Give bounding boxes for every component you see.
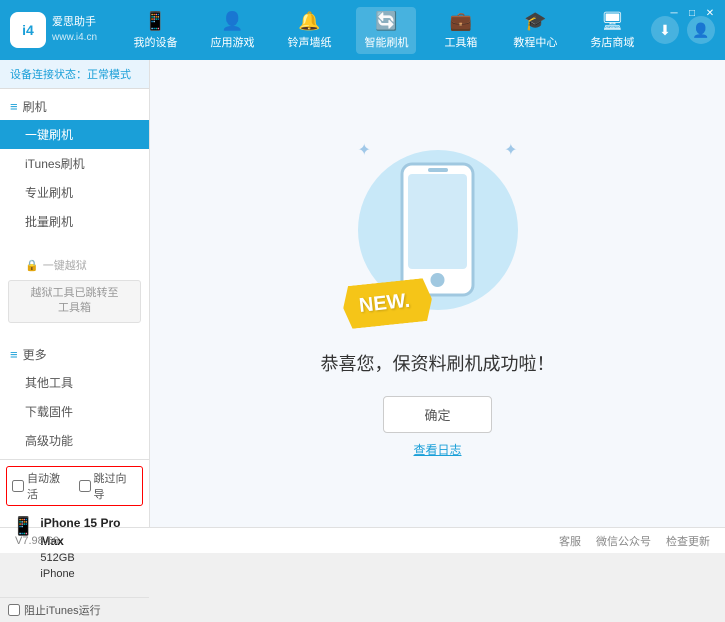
main-nav: 📱 我的设备 👤 应用游戏 🔔 铃声墙纸 🔄 智能刷机 💼 工具箱 🎓 <box>117 7 651 54</box>
sidebar: 设备连接状态：正常模式 ≡ 刷机 一键刷机 iTunes刷机 专业刷机 批量刷机… <box>0 60 150 527</box>
main-content: ✦ ✦ NEW. <box>150 60 725 527</box>
app-body: 设备连接状态：正常模式 ≡ 刷机 一键刷机 iTunes刷机 专业刷机 批量刷机… <box>0 60 725 527</box>
stop-itunes-label[interactable]: 阻止iTunes运行 <box>8 602 141 618</box>
app-header: i4 爱思助手 www.i4.cn 📱 我的设备 👤 应用游戏 🔔 铃声墙纸 🔄 <box>0 0 725 60</box>
footer-wechat[interactable]: 微信公众号 <box>596 533 651 549</box>
log-button[interactable]: 查看日志 <box>413 441 461 458</box>
auto-activate-checkbox[interactable]: 自动激活 <box>12 470 71 502</box>
ringtone-icon: 🔔 <box>298 11 320 32</box>
sidebar-pro-flash[interactable]: 专业刷机 <box>0 178 149 207</box>
device-info: 📱 iPhone 15 Pro Max 512GB iPhone <box>6 506 143 591</box>
sync-import-checkbox[interactable]: 跳过向导 <box>79 470 138 502</box>
profile-button[interactable]: 👤 <box>687 16 715 44</box>
close-button[interactable]: ✕ <box>703 6 717 20</box>
my-device-icon: 📱 <box>144 11 166 32</box>
sidebar-bottom: 自动激活 跳过向导 📱 iPhone 15 Pro Max 512GB iPho… <box>0 459 149 597</box>
footer-links: 客服 微信公众号 检查更新 <box>559 533 710 549</box>
phone-container: ✦ ✦ NEW. <box>348 130 528 330</box>
checkbox-row: 自动激活 跳过向导 <box>6 466 143 506</box>
phone-svg <box>400 162 475 297</box>
flash-group-header[interactable]: ≡ 刷机 <box>0 93 149 120</box>
maximize-button[interactable]: □ <box>685 6 699 20</box>
auto-activate-input[interactable] <box>12 480 24 492</box>
new-badge: NEW. <box>343 282 432 325</box>
nav-toolbox[interactable]: 💼 工具箱 <box>433 7 488 54</box>
app-logo: i4 爱思助手 www.i4.cn <box>10 12 97 48</box>
sidebar-advanced[interactable]: 高级功能 <box>0 426 149 455</box>
lock-icon: 🔒 <box>25 259 39 272</box>
smart-flash-icon: 🔄 <box>375 11 397 32</box>
version-label: V7.98.66 <box>15 535 539 547</box>
connection-status: 设备连接状态：正常模式 <box>0 60 149 89</box>
confirm-button[interactable]: 确定 <box>383 396 491 433</box>
sidebar-itunes-flash[interactable]: iTunes刷机 <box>0 149 149 178</box>
header-right: ⬇ 👤 <box>651 16 715 44</box>
logo-text: 爱思助手 www.i4.cn <box>52 15 97 44</box>
sidebar-batch-flash[interactable]: 批量刷机 <box>0 207 149 236</box>
success-message: 恭喜您，保资料刷机成功啦！ <box>321 350 555 376</box>
more-group-header[interactable]: ≡ 更多 <box>0 341 149 368</box>
device-type: iPhone <box>40 566 137 583</box>
nav-tutorial[interactable]: 🎓 教程中心 <box>505 7 565 54</box>
footer-check-update[interactable]: 检查更新 <box>666 533 710 549</box>
minimize-button[interactable]: ─ <box>667 6 681 20</box>
flash-group-icon: ≡ <box>10 99 18 114</box>
tutorial-icon: 🎓 <box>524 11 546 32</box>
sparkle-left: ✦ <box>358 140 371 160</box>
sidebar-other-tools[interactable]: 其他工具 <box>0 368 149 397</box>
sidebar-footer: 阻止iTunes运行 <box>0 597 149 622</box>
sync-import-input[interactable] <box>79 480 91 492</box>
nav-smart-flash[interactable]: 🔄 智能刷机 <box>356 7 416 54</box>
footer-customer-service[interactable]: 客服 <box>559 533 581 549</box>
stop-itunes-checkbox[interactable] <box>8 604 20 616</box>
success-illustration: ✦ ✦ NEW. <box>348 130 528 330</box>
more-group-icon: ≡ <box>10 347 18 362</box>
jailbreak-section: 🔒 一键越狱 越狱工具已跳转至工具箱 <box>0 248 149 329</box>
nav-service[interactable]: 🖥 务店商域 <box>582 7 642 54</box>
toolbox-icon: 💼 <box>450 11 472 32</box>
logo-icon: i4 <box>10 12 46 48</box>
device-details: iPhone 15 Pro Max 512GB iPhone <box>40 514 137 583</box>
service-icon: 🖥 <box>601 11 624 32</box>
nav-ringtone[interactable]: 🔔 铃声墙纸 <box>279 7 339 54</box>
sparkle-right: ✦ <box>504 140 517 160</box>
jailbreak-group-header: 🔒 一键越狱 <box>0 252 149 278</box>
device-storage: 512GB <box>40 550 137 567</box>
apps-games-icon: 👤 <box>221 11 243 32</box>
sidebar-download-firmware[interactable]: 下载固件 <box>0 397 149 426</box>
nav-my-device[interactable]: 📱 我的设备 <box>126 7 186 54</box>
sidebar-one-click-flash[interactable]: 一键刷机 <box>0 120 149 149</box>
nav-apps-games[interactable]: 👤 应用游戏 <box>202 7 262 54</box>
more-section: ≡ 更多 其他工具 下载固件 高级功能 <box>0 337 149 459</box>
download-button[interactable]: ⬇ <box>651 16 679 44</box>
jailbreak-disabled-msg: 越狱工具已跳转至工具箱 <box>8 280 141 323</box>
flash-section: ≡ 刷机 一键刷机 iTunes刷机 专业刷机 批量刷机 <box>0 89 149 240</box>
